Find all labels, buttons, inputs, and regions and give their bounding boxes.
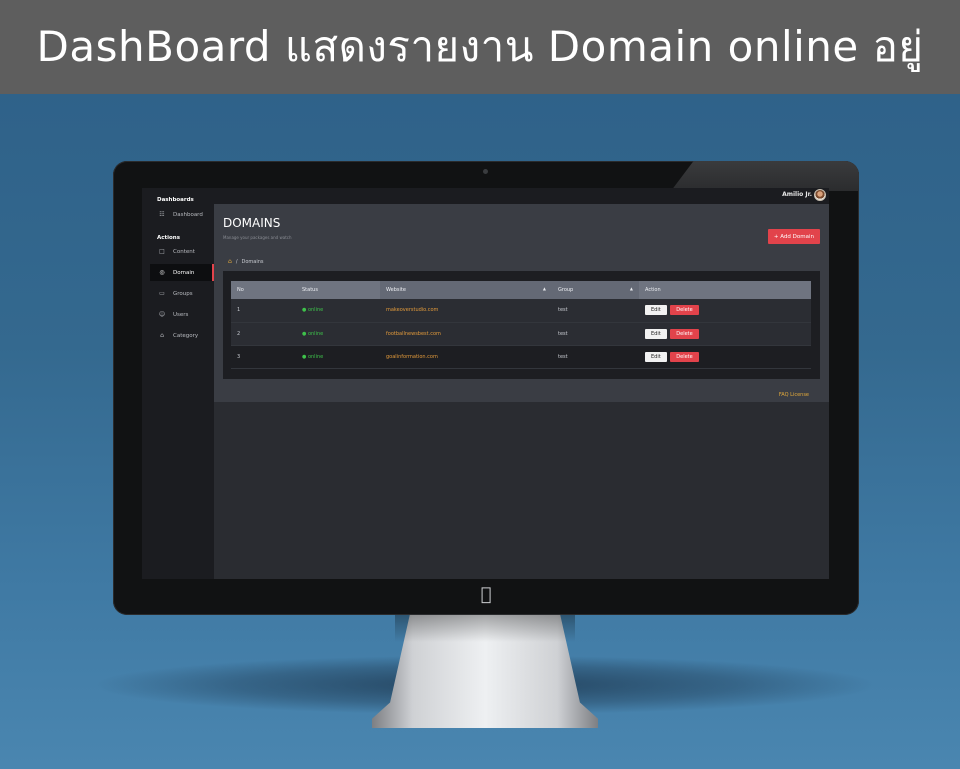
breadcrumb: ⌂ / Domains: [228, 258, 264, 265]
sidebar-item-label: Content: [173, 248, 195, 255]
cell-group: test: [552, 299, 639, 323]
sidebar-item-content[interactable]: □ Content: [150, 243, 214, 260]
edit-button[interactable]: Edit: [645, 351, 667, 362]
cell-no: 2: [231, 322, 296, 346]
sidebar-item-groups[interactable]: ▭ Groups: [150, 285, 214, 302]
cell-website[interactable]: footballnewsbest.com: [380, 322, 552, 346]
home-icon[interactable]: ⌂: [228, 258, 232, 265]
sidebar-item-domain[interactable]: ◎ Domain: [150, 264, 214, 281]
stand-shade: [395, 612, 575, 642]
grid-icon: ☷: [159, 211, 165, 218]
delete-button[interactable]: Delete: [670, 305, 699, 316]
cell-group: test: [552, 345, 639, 369]
add-domain-button[interactable]: + Add Domain: [767, 229, 820, 244]
sidebar-heading-dashboards: Dashboards: [157, 197, 194, 203]
folder-icon: ▭: [159, 290, 165, 297]
cell-action: Edit Delete: [639, 345, 811, 369]
column-header-website[interactable]: Website ▲: [380, 281, 552, 299]
cell-status: ● online: [296, 322, 380, 346]
sidebar-item-users[interactable]: ☺ Users: [150, 306, 214, 323]
banner-title: DashBoard แสดงรายงาน Domain online อยู่: [36, 22, 924, 71]
sidebar-item-label: Groups: [173, 290, 193, 297]
sort-icon: ▲: [542, 286, 546, 291]
bezel-gloss: [671, 161, 859, 191]
table-row: 3 ● online goalinformation.com test Edit…: [231, 345, 811, 369]
column-header-action: Action: [639, 281, 811, 299]
column-header-label: Group: [558, 287, 574, 293]
home-icon: ⌂: [160, 332, 164, 339]
breadcrumb-current: Domains: [241, 258, 264, 265]
screen: Amilio Jr. Dashboards ☷ Dashboard Action…: [142, 188, 829, 579]
breadcrumb-separator: /: [235, 258, 238, 265]
table-row: 2 ● online footballnewsbest.com test Edi…: [231, 322, 811, 346]
sidebar: Dashboards ☷ Dashboard Actions □ Content…: [142, 188, 214, 579]
column-header-no[interactable]: No: [231, 281, 296, 299]
sort-icon: ▲: [629, 286, 633, 291]
column-header-status[interactable]: Status: [296, 281, 380, 299]
delete-button[interactable]: Delete: [670, 351, 699, 362]
sidebar-item-label: Dashboard: [173, 211, 203, 218]
globe-icon: ◎: [159, 269, 165, 276]
sidebar-item-dashboard[interactable]: ☷ Dashboard: [150, 206, 214, 223]
sidebar-item-label: Category: [173, 332, 199, 339]
cell-website[interactable]: goalinformation.com: [380, 345, 552, 369]
cell-no: 1: [231, 299, 296, 323]
sidebar-item-category[interactable]: ⌂ Category: [150, 327, 214, 344]
footer-links[interactable]: FAQ License: [779, 392, 809, 398]
cell-group: test: [552, 322, 639, 346]
cell-status: ● online: [296, 345, 380, 369]
sidebar-item-label: Users: [173, 311, 189, 318]
file-icon: □: [159, 248, 165, 255]
delete-button[interactable]: Delete: [670, 328, 699, 339]
status-text: online: [307, 330, 324, 337]
main-content: DOMAINS Manage your packages and watch +…: [214, 204, 829, 402]
topbar: Amilio Jr.: [142, 188, 829, 204]
cell-website[interactable]: makeoverstudio.com: [380, 299, 552, 323]
column-header-group[interactable]: Group ▲: [552, 281, 639, 299]
sidebar-item-label: Domain: [173, 269, 195, 276]
cell-status: ● online: [296, 299, 380, 323]
cell-no: 3: [231, 345, 296, 369]
apple-logo-icon: : [478, 586, 494, 604]
users-icon: ☺: [158, 311, 166, 318]
column-header-label: Website: [386, 287, 406, 293]
camera: [483, 169, 488, 174]
edit-button[interactable]: Edit: [645, 305, 667, 316]
sidebar-heading-actions: Actions: [157, 235, 180, 241]
domains-table: No Status Website ▲ Group ▲ Action 1 ● o…: [231, 281, 811, 369]
page-title: DOMAINS: [223, 216, 281, 230]
page-subtitle: Manage your packages and watch: [223, 235, 292, 240]
avatar[interactable]: [814, 189, 826, 201]
edit-button[interactable]: Edit: [645, 328, 667, 339]
domains-panel: No Status Website ▲ Group ▲ Action 1 ● o…: [223, 271, 820, 379]
cell-action: Edit Delete: [639, 322, 811, 346]
banner: DashBoard แสดงรายงาน Domain online อยู่: [0, 0, 960, 94]
table-row: 1 ● online makeoverstudio.com test Edit …: [231, 299, 811, 323]
user-name[interactable]: Amilio Jr.: [782, 191, 812, 198]
status-text: online: [307, 307, 324, 314]
cell-action: Edit Delete: [639, 299, 811, 323]
status-text: online: [307, 353, 324, 360]
